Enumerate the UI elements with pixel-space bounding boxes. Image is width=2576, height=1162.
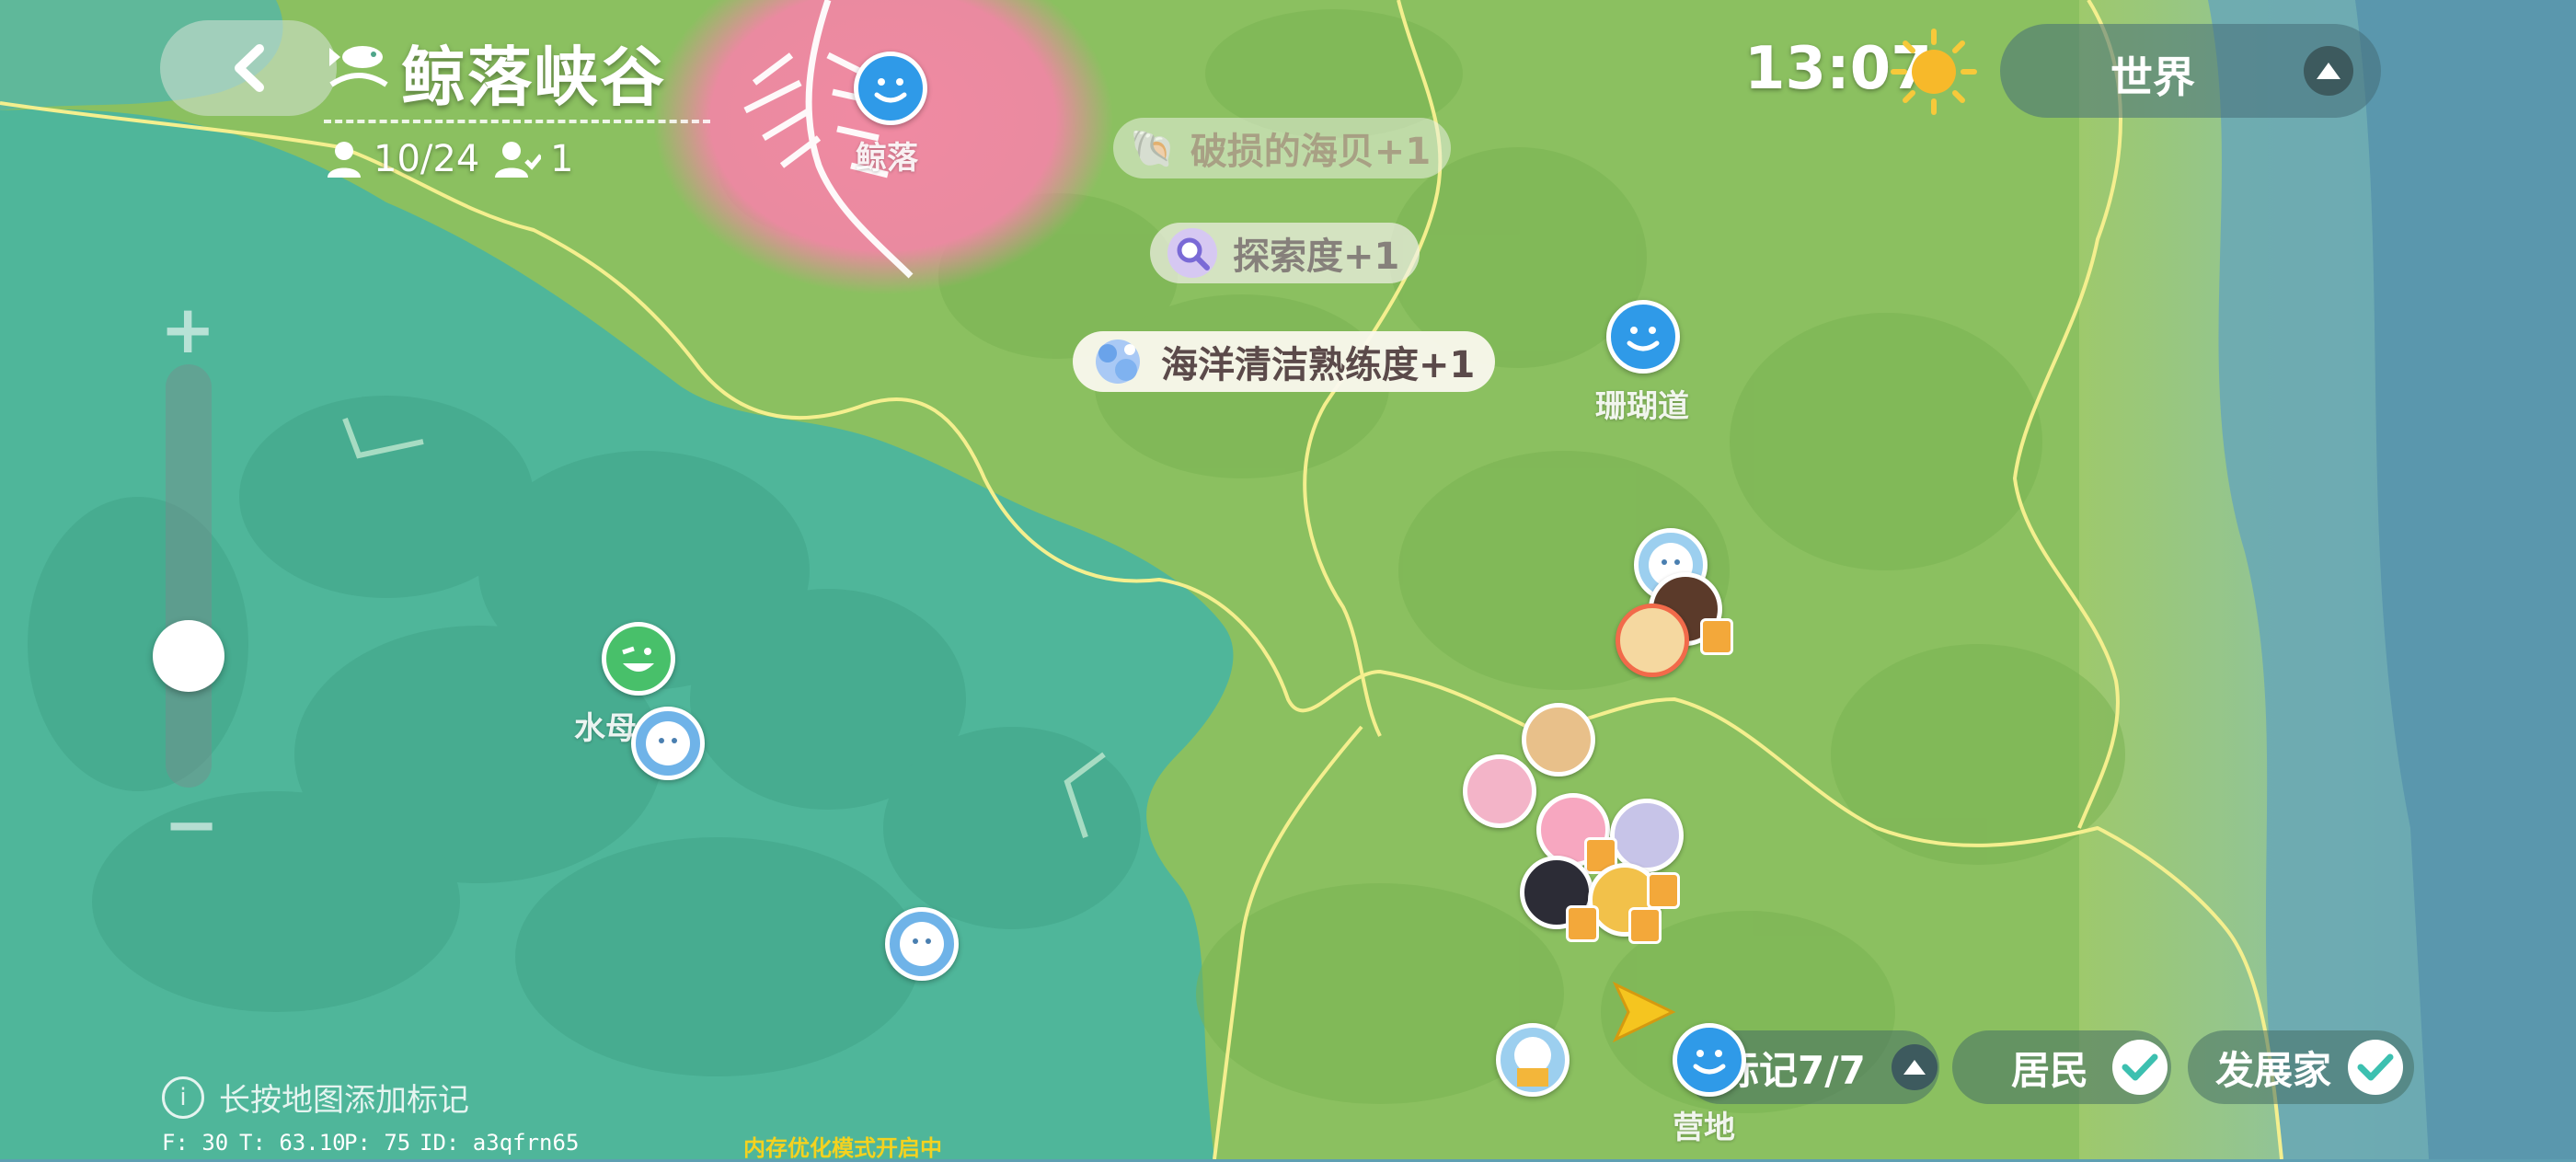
memory-mode-notice: 内存优化模式开启中: [743, 1135, 942, 1161]
zoom-out-button[interactable]: −: [164, 786, 219, 863]
map-hint-text: 长按地图添加标记: [219, 1082, 469, 1119]
jellyfish-label: 水母: [574, 710, 637, 747]
chevron-left-icon: [235, 44, 264, 92]
player-count: 10/24: [324, 138, 479, 180]
title-divider: [324, 120, 710, 123]
whale-fall-poi[interactable]: [854, 52, 927, 125]
markers-expand-icon[interactable]: [1891, 1044, 1938, 1090]
residents-checked-icon[interactable]: [2112, 1040, 2168, 1095]
debug-time: T: 63.10: [239, 1130, 346, 1156]
developers-filter[interactable]: 发展家: [2188, 1030, 2414, 1104]
friend-icon: [495, 142, 541, 178]
quest-badge: [1628, 907, 1662, 944]
notification-exploration: 探索度+1: [1150, 223, 1420, 283]
npc-marker-jellyfish[interactable]: [631, 707, 705, 780]
debug-ping: P: 75: [344, 1130, 411, 1156]
area-icon: [324, 29, 394, 99]
person-icon: [328, 142, 361, 178]
residents-filter[interactable]: 居民: [1952, 1030, 2171, 1104]
debug-fps: F: 30: [162, 1130, 229, 1156]
whale-fall-label: 鲸落: [856, 140, 918, 177]
player-avatar[interactable]: [1616, 604, 1689, 677]
notification-cleaning-text: 海洋清洁熟练度+1: [1161, 344, 1476, 386]
player-count-value: 10/24: [374, 138, 480, 180]
notification-shell-text: 破损的海贝+1: [1190, 131, 1432, 173]
quest-badge: [1700, 618, 1733, 655]
jellyfish-poi[interactable]: [602, 622, 675, 696]
friend-count: 1: [493, 138, 573, 180]
expand-up-icon[interactable]: [2304, 46, 2353, 96]
notification-exploration-text: 探索度+1: [1233, 236, 1400, 278]
map-hint: i 长按地图添加标记: [162, 1075, 469, 1120]
zoom-slider-track[interactable]: [166, 364, 212, 788]
npc-marker-south[interactable]: [885, 907, 959, 981]
player-avatar[interactable]: [1610, 799, 1684, 872]
shell-icon: 🐚: [1130, 127, 1176, 170]
debug-id: ID: a3qfrn65: [420, 1130, 580, 1156]
camp-poi[interactable]: [1673, 1023, 1746, 1097]
quest-badge: [1647, 872, 1680, 909]
notification-shell: 🐚 破损的海贝+1: [1113, 118, 1452, 178]
quest-badge: [1566, 905, 1599, 942]
area-title: 鲸落峡谷: [401, 40, 666, 115]
player-avatar[interactable]: [1463, 754, 1536, 828]
residents-filter-label: 居民: [2011, 1047, 2089, 1093]
sun-icon: [1890, 28, 1978, 116]
zoom-slider-handle[interactable]: [153, 620, 224, 692]
back-button[interactable]: [160, 20, 337, 116]
player-avatar[interactable]: [1522, 703, 1595, 777]
coral-path-label: 珊瑚道: [1595, 388, 1689, 425]
notification-cleaning: 海洋清洁熟练度+1: [1073, 331, 1496, 392]
player-position-arrow: [1612, 981, 1676, 1047]
camp-label: 营地: [1673, 1110, 1735, 1146]
magnifier-icon: [1167, 228, 1217, 278]
friend-count-value: 1: [550, 138, 574, 180]
cleaning-icon: [1096, 339, 1140, 384]
coral-path-poi[interactable]: [1606, 300, 1680, 374]
zoom-in-button[interactable]: +: [160, 291, 215, 368]
info-icon: i: [162, 1076, 204, 1119]
developers-filter-label: 发展家: [2215, 1047, 2332, 1093]
world-selector[interactable]: 世界: [2000, 24, 2381, 118]
developers-checked-icon[interactable]: [2348, 1040, 2404, 1095]
shop-poi[interactable]: [1496, 1023, 1570, 1097]
world-label: 世界: [2110, 52, 2195, 102]
